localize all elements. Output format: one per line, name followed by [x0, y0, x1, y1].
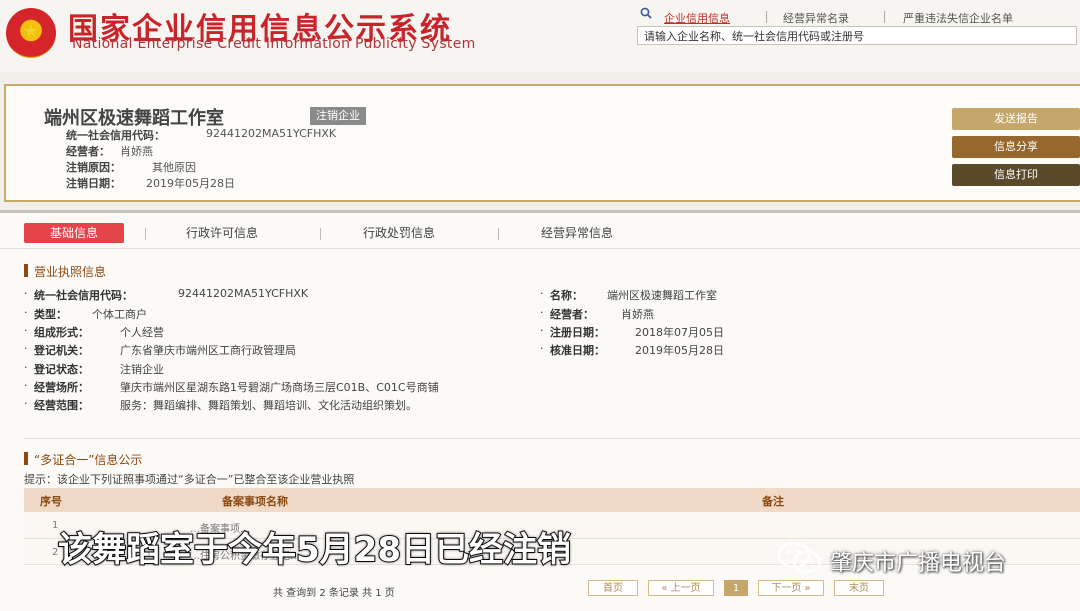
column-header-no: 序号: [40, 495, 62, 508]
tab-admin-penalty[interactable]: 行政处罚信息: [363, 223, 435, 243]
field-label-operator: 经营者：: [550, 308, 594, 321]
field-label-approval-date: 核准日期：: [550, 344, 605, 357]
bullet: ·: [24, 306, 28, 319]
summary-value-cancel-reason: 其他原因: [152, 161, 196, 174]
divider: [320, 228, 321, 240]
field-label-authority: 登记机关：: [34, 344, 89, 357]
column-header-name: 备案事项名称: [222, 495, 288, 508]
print-info-button[interactable]: 信息打印: [952, 164, 1080, 186]
field-value-authority: 广东省肇庆市端州区工商行政管理局: [120, 344, 296, 357]
field-value-reg-date: 2018年07月05日: [635, 326, 724, 339]
divider: [766, 11, 767, 23]
field-value-scope: 服务：舞蹈编排、舞蹈策划、舞蹈培训、文化活动组织策划。: [120, 399, 417, 412]
bullet: ·: [540, 287, 544, 300]
bullet: ·: [24, 397, 28, 410]
divider: [884, 11, 885, 23]
field-value-operator: 肖娇燕: [621, 308, 654, 321]
tab-abnormal-operation[interactable]: 经营异常信息: [541, 223, 613, 243]
summary-value-operator: 肖娇燕: [120, 145, 153, 158]
status-badge: 注销企业: [310, 107, 366, 125]
share-info-button[interactable]: 信息分享: [952, 136, 1080, 158]
bullet: ·: [24, 342, 28, 355]
field-label-form: 组成形式：: [34, 326, 89, 339]
field-value-name: 端州区极速舞蹈工作室: [607, 289, 717, 302]
search-input[interactable]: 请输入企业名称、统一社会信用代码或注册号: [637, 26, 1077, 45]
divider: [145, 228, 146, 240]
field-value-premises: 肇庆市端州区星湖东路1号碧湖广场商场三层C01B、C01C号商铺: [120, 381, 439, 394]
first-page-button[interactable]: 首页: [588, 580, 638, 596]
bullet: ·: [24, 287, 28, 300]
field-label-reg-date: 注册日期：: [550, 326, 605, 339]
tab-basic-info[interactable]: 基础信息: [24, 223, 124, 243]
field-value-form: 个人经营: [120, 326, 164, 339]
field-value-credit-code: 92441202MA51YCFHXK: [178, 287, 309, 300]
section-title-license: 营业执照信息: [34, 265, 107, 279]
bullet: ·: [540, 324, 544, 337]
next-page-button[interactable]: 下一页 »: [758, 580, 824, 596]
bullet: ·: [540, 342, 544, 355]
summary-label-cancel-date: 注销日期：: [66, 177, 121, 190]
section-divider: [24, 438, 1080, 439]
video-subtitle: 该舞蹈室于今年5月28日已经注销: [57, 529, 572, 571]
section-title-multi-cert: “多证合一”信息公示: [34, 453, 143, 467]
wechat-icon: [777, 541, 822, 574]
table-header: [24, 488, 1080, 512]
field-label-premises: 经营场所：: [34, 381, 89, 394]
field-value-type: 个体工商户: [92, 308, 147, 321]
field-label-name: 名称：: [550, 289, 583, 302]
bullet: ·: [24, 379, 28, 392]
column-header-remark: 备注: [762, 495, 784, 508]
page-1-button[interactable]: 1: [724, 580, 748, 596]
send-report-button[interactable]: 发送报告: [952, 108, 1080, 130]
field-value-reg-status: 注销企业: [120, 363, 164, 376]
search-icon[interactable]: [640, 7, 652, 19]
field-value-approval-date: 2019年05月28日: [635, 344, 724, 357]
hint-text: 提示：该企业下列证照事项通过“多证合一”已整合至该企业营业执照: [24, 473, 355, 486]
bullet: ·: [24, 361, 28, 374]
summary-value-credit-code: 92441202MA51YCFHXK: [206, 127, 337, 140]
link-serious-violation-list[interactable]: 严重违法失信企业名单: [903, 10, 1013, 26]
site-title-english: National Enterprise Credit Information P…: [72, 36, 476, 52]
field-label-type: 类型：: [34, 308, 67, 321]
broadcaster-watermark: 肇庆市广播电视台: [830, 551, 1007, 576]
summary-label-credit-code: 统一社会信用代码：: [66, 129, 165, 142]
link-enterprise-credit[interactable]: 企业信用信息: [664, 10, 730, 26]
bullet: ·: [24, 324, 28, 337]
section-marker: [24, 452, 28, 465]
field-label-scope: 经营范围：: [34, 399, 89, 412]
bullet: ·: [540, 306, 544, 319]
summary-label-cancel-reason: 注销原因：: [66, 161, 121, 174]
field-label-credit-code: 统一社会信用代码：: [34, 289, 133, 302]
pagination-info: 共 查询到 2 条记录 共 1 页: [273, 588, 395, 599]
section-marker: [24, 264, 28, 277]
tabs-divider: [0, 248, 1080, 249]
tab-admin-license[interactable]: 行政许可信息: [186, 223, 258, 243]
field-label-reg-status: 登记状态：: [34, 363, 89, 376]
divider: [498, 228, 499, 240]
summary-label-operator: 经营者：: [66, 145, 110, 158]
prev-page-button[interactable]: « 上一页: [648, 580, 714, 596]
national-emblem-logo: [6, 8, 56, 58]
summary-value-cancel-date: 2019年05月28日: [146, 177, 235, 190]
link-abnormal-list[interactable]: 经营异常名录: [783, 10, 849, 26]
last-page-button[interactable]: 末页: [834, 580, 884, 596]
